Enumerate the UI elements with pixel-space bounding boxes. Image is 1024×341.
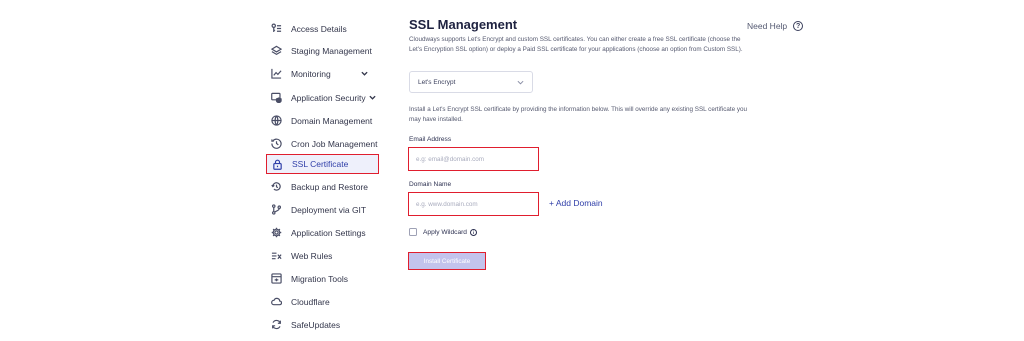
sidebar-item-application-security[interactable]: Application Security bbox=[266, 88, 379, 107]
lock-icon bbox=[271, 158, 283, 170]
chevron-down-icon[interactable] bbox=[361, 70, 369, 78]
chart-line-icon bbox=[270, 68, 282, 80]
sidebar-item-label: Migration Tools bbox=[291, 273, 349, 284]
email-label: Email Address bbox=[409, 136, 452, 143]
sidebar-item-application-settings[interactable]: Application Settings bbox=[266, 223, 379, 242]
email-field-wrapper bbox=[408, 147, 539, 171]
restore-icon bbox=[270, 181, 282, 193]
apply-wildcard-row: Apply Wildcard i bbox=[409, 228, 477, 236]
ssl-description: Cloudways supports Let's Encrypt and cus… bbox=[409, 36, 743, 53]
sidebar-item-label: Access Details bbox=[291, 23, 347, 34]
sidebar-item-label: Cron Job Management bbox=[291, 138, 378, 149]
refresh-icon bbox=[270, 319, 282, 331]
sidebar-item-safeupdates[interactable]: SafeUpdates bbox=[266, 315, 379, 334]
sidebar-item-label: Web Rules bbox=[291, 250, 333, 261]
clock-icon bbox=[270, 138, 282, 150]
chevron-down-icon[interactable] bbox=[369, 94, 377, 102]
sidebar-item-cron-job-management[interactable]: Cron Job Management bbox=[266, 134, 379, 153]
page-title: SSL Management bbox=[409, 17, 518, 32]
sidebar-item-migration-tools[interactable]: Migration Tools bbox=[266, 269, 379, 288]
globe-icon bbox=[270, 115, 282, 127]
key-list-icon bbox=[270, 23, 282, 35]
sidebar-item-monitoring[interactable]: Monitoring bbox=[266, 64, 379, 83]
apply-wildcard-checkbox[interactable] bbox=[409, 228, 417, 236]
migration-icon bbox=[270, 273, 282, 285]
shield-screen-icon bbox=[270, 92, 282, 104]
sidebar-item-web-rules[interactable]: Web Rules bbox=[266, 246, 379, 265]
need-help-label: Need Help bbox=[747, 21, 788, 31]
domain-field-wrapper bbox=[408, 192, 539, 216]
apply-wildcard-label: Apply Wildcard bbox=[423, 228, 467, 236]
git-icon bbox=[270, 204, 282, 216]
sidebar-item-staging-management[interactable]: Staging Management bbox=[266, 41, 379, 60]
ssl-type-select[interactable]: Let's Encrypt bbox=[409, 71, 533, 93]
email-field[interactable] bbox=[416, 155, 538, 163]
sidebar-item-access-details[interactable]: Access Details bbox=[266, 19, 379, 38]
rules-icon bbox=[270, 250, 282, 262]
sidebar-item-label: SSL Certificate bbox=[292, 159, 349, 169]
install-certificate-button[interactable]: Install Certificate bbox=[408, 252, 486, 270]
info-icon[interactable]: i bbox=[469, 228, 477, 236]
need-help-link[interactable]: Need Help ? bbox=[747, 21, 804, 31]
cloud-icon bbox=[270, 296, 282, 308]
layers-icon bbox=[270, 45, 282, 57]
ssl-type-selected-value: Let's Encrypt bbox=[418, 78, 456, 86]
sidebar-item-label: Application Security bbox=[291, 92, 366, 103]
chevron-down-icon bbox=[517, 79, 524, 86]
sidebar-item-label: Application Settings bbox=[291, 227, 366, 238]
gear-icon bbox=[270, 227, 282, 239]
install-description: Install a Let's Encrypt SSL certificate … bbox=[409, 106, 748, 123]
sidebar-item-deployment-via-git[interactable]: Deployment via GIT bbox=[266, 200, 379, 219]
sidebar-item-cloudflare[interactable]: Cloudflare bbox=[266, 292, 379, 311]
question-circle-icon: ? bbox=[793, 21, 804, 31]
add-domain-button[interactable]: + Add Domain bbox=[549, 198, 603, 208]
sidebar-item-label: Cloudflare bbox=[291, 296, 330, 307]
sidebar-item-domain-management[interactable]: Domain Management bbox=[266, 111, 379, 130]
sidebar-item-label: Backup and Restore bbox=[291, 181, 369, 192]
domain-field[interactable] bbox=[416, 200, 538, 208]
sidebar-item-ssl-certificate[interactable]: SSL Certificate bbox=[266, 154, 379, 174]
sidebar-item-label: Domain Management bbox=[291, 115, 373, 126]
sidebar-item-label: Monitoring bbox=[291, 68, 331, 79]
sidebar-item-label: Staging Management bbox=[291, 45, 372, 56]
sidebar-item-label: Deployment via GIT bbox=[291, 204, 367, 215]
sidebar-item-label: SafeUpdates bbox=[291, 319, 341, 330]
domain-label: Domain Name bbox=[409, 181, 452, 188]
sidebar-item-backup-and-restore[interactable]: Backup and Restore bbox=[266, 177, 379, 196]
